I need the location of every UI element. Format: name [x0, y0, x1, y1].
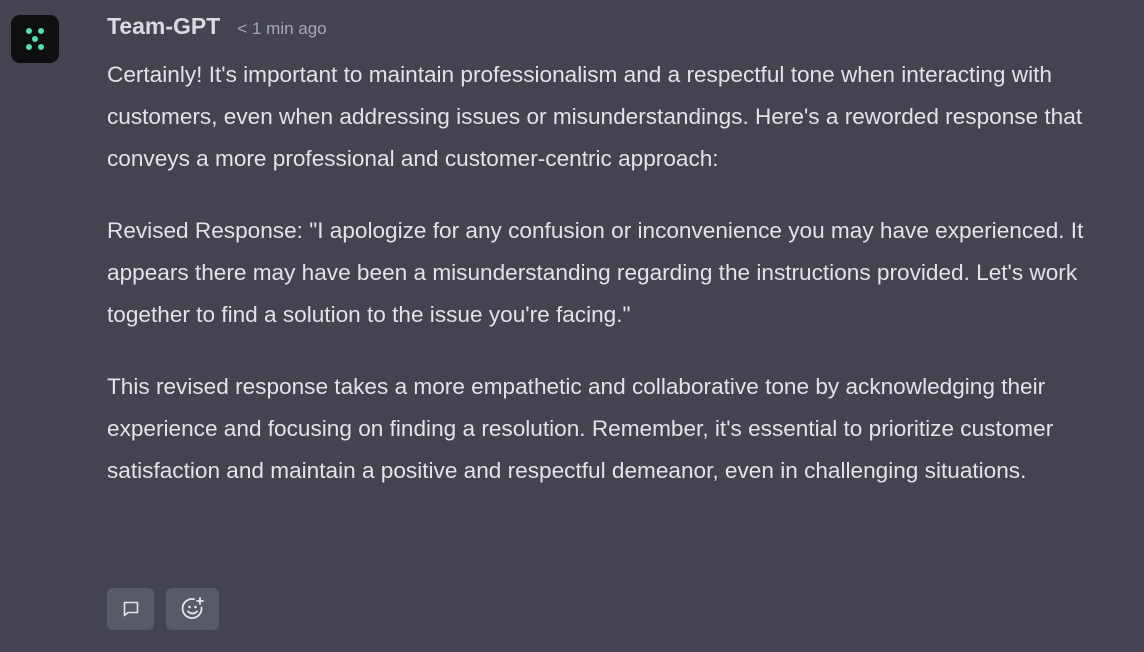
add-reaction-icon	[181, 597, 204, 619]
message-paragraph: This revised response takes a more empat…	[107, 374, 1054, 483]
message-header: Team-GPT < 1 min ago	[107, 13, 327, 40]
chat-message: Team-GPT < 1 min ago Certainly! It's imp…	[0, 0, 1144, 652]
author-name: Team-GPT	[107, 13, 221, 39]
message-paragraph: Revised Response: "I apologize for any c…	[107, 218, 1084, 327]
message-actions	[107, 588, 219, 630]
avatar	[11, 15, 59, 63]
comment-button[interactable]	[107, 588, 154, 630]
avatar-dot	[38, 28, 44, 34]
message-timestamp: < 1 min ago	[237, 19, 327, 38]
add-reaction-button[interactable]	[166, 588, 219, 630]
speech-bubble-icon	[123, 601, 138, 617]
avatar-dot	[26, 44, 32, 50]
message-body: Certainly! It's important to maintain pr…	[107, 54, 1107, 522]
avatar-dot	[38, 44, 44, 50]
avatar-dot	[32, 36, 38, 42]
message-paragraph: Certainly! It's important to maintain pr…	[107, 62, 1083, 171]
avatar-dot	[26, 28, 32, 34]
